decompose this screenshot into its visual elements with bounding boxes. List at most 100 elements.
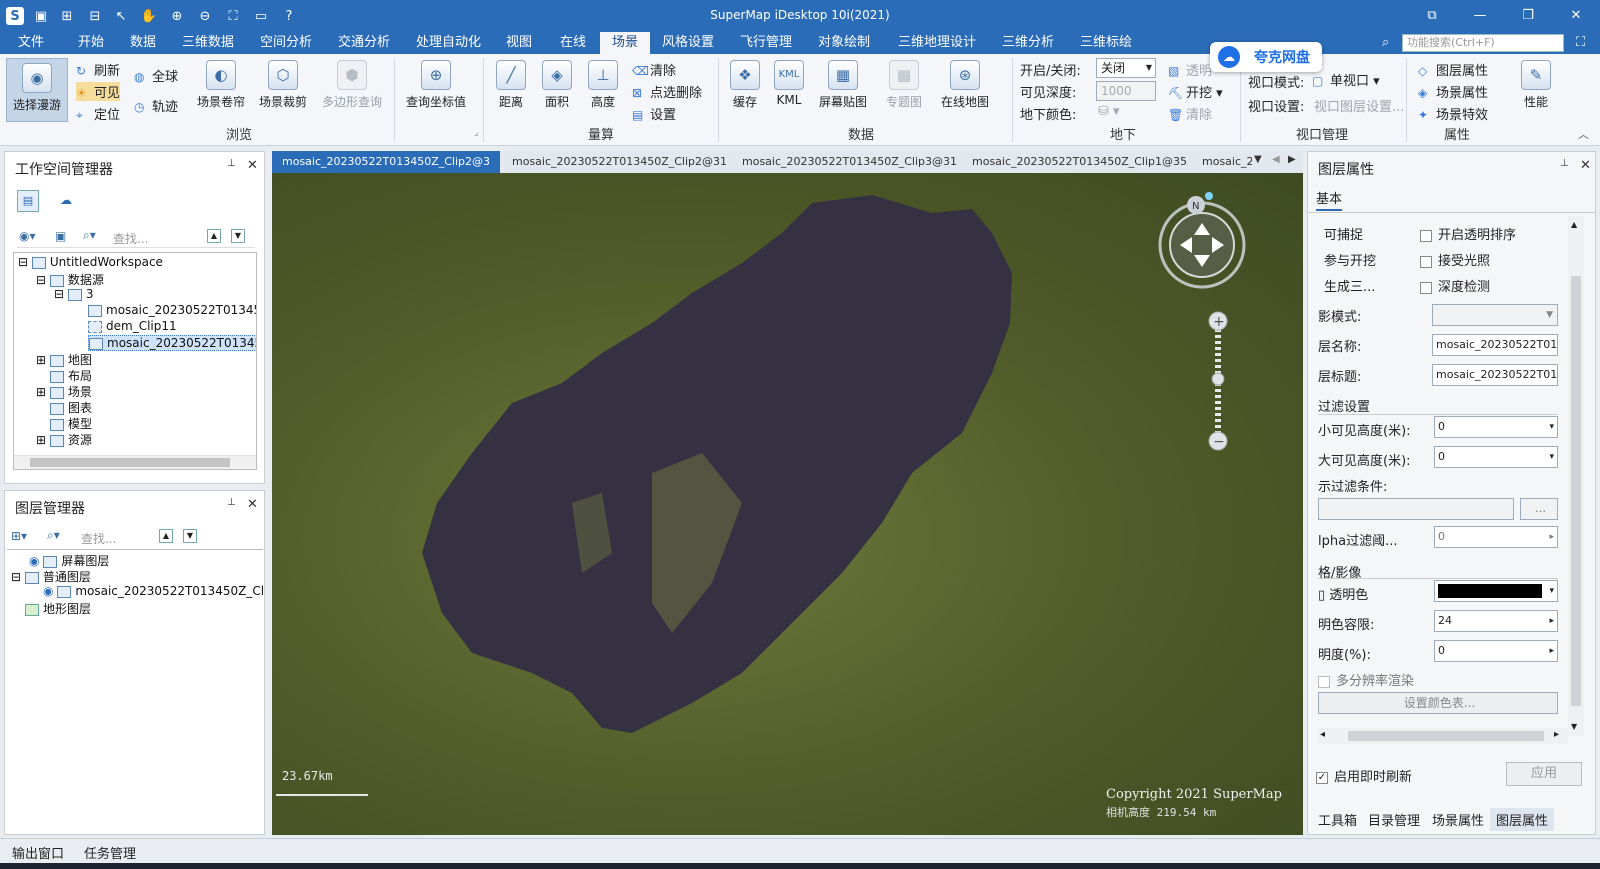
scroll-up-icon[interactable]: ▲ (1571, 220, 1577, 229)
cache-button[interactable]: ❖ 缓存 (724, 60, 766, 110)
multi-res-checkbox[interactable]: 多分辨率渲染 (1318, 670, 1414, 689)
kml-button[interactable]: KML KML (768, 60, 810, 107)
menu-object-draw[interactable]: 对象绘制 (812, 32, 876, 54)
realtime-refresh-checkbox[interactable]: ✓ 启用即时刷新 (1316, 766, 1412, 785)
search-icon[interactable]: ⌕▾ (83, 228, 96, 243)
track-button[interactable]: ◷ 轨迹 (134, 96, 178, 115)
lighting-checkbox[interactable]: 接受光照 (1420, 250, 1490, 269)
tree-screen-layer[interactable]: ◉ 屏幕图层 (29, 552, 109, 569)
tree-resources[interactable]: ⊞ 资源 (36, 431, 92, 448)
menu-3d-analysis[interactable]: 三维分析 (996, 32, 1060, 54)
scrollbar-thumb[interactable] (1348, 731, 1544, 741)
search-icon[interactable]: ⌕▾ (47, 528, 60, 543)
tree-datasource-3[interactable]: ⊟ 3 (54, 287, 94, 301)
tab-map[interactable]: mosaic_20230522T013450Z_Clip3@31 (732, 151, 960, 173)
minimize-icon[interactable]: — (1468, 6, 1492, 26)
screen-map-button[interactable]: ▦ 屏幕贴图 (812, 60, 874, 110)
menu-online[interactable]: 在线 (554, 32, 592, 54)
menu-view[interactable]: 视图 (500, 32, 538, 54)
tab-catalog[interactable]: 目录管理 (1362, 808, 1426, 831)
tab-scene-props[interactable]: 场景属性 (1426, 808, 1490, 831)
ground-color-picker[interactable]: ⛁ ▾ (1098, 104, 1120, 119)
transparent-color-picker[interactable]: ▾ (1434, 580, 1558, 602)
alpha-filter-input[interactable]: 0 ▸ (1434, 526, 1558, 548)
color-table-button[interactable]: 设置颜色表... (1318, 692, 1558, 714)
performance-button[interactable]: ✎ 性能 (1516, 60, 1556, 110)
min-height-input[interactable]: 0 ▾ (1434, 416, 1558, 438)
horizontal-scrollbar[interactable]: ◂ ▸ (1318, 728, 1568, 744)
tree-scenes[interactable]: ⊞ 场景 (36, 383, 92, 400)
cloud-workspace-tab-icon[interactable]: ☁ (55, 190, 77, 212)
open-workspace-icon[interactable]: ◉▾ (19, 229, 36, 243)
pick-delete-button[interactable]: ⊠ 点选删除 (632, 82, 702, 101)
opacity-input[interactable]: 0 ▸ (1434, 640, 1558, 662)
pin-icon[interactable]: ⊥ (227, 497, 236, 508)
tree-dataset[interactable]: mosaic_20230522T013450Z_ (88, 303, 256, 317)
tree-datasources[interactable]: ⊟ 数据源 (36, 271, 104, 288)
transparency-button[interactable]: ▧ 透明 (1168, 60, 1212, 79)
pin-icon[interactable]: ⊥ (1560, 158, 1569, 169)
shadow-mode-select[interactable]: ▼ (1432, 304, 1558, 326)
tree-dataset-selected[interactable]: mosaic_20230522T013450Z_ (88, 335, 256, 351)
tab-next-icon[interactable]: ▶ (1288, 154, 1296, 165)
menu-3d-plot[interactable]: 三维标绘 (1074, 32, 1138, 54)
scene-effects-button[interactable]: ✦ 场景特效 (1418, 104, 1488, 123)
transparent-sort-checkbox[interactable]: 开启透明排序 (1420, 224, 1516, 243)
tree-normal-layers[interactable]: ⊟ 普通图层 (11, 568, 91, 585)
tree-models[interactable]: 模型 (50, 415, 92, 432)
filter-condition-input[interactable] (1318, 498, 1514, 520)
menu-file[interactable]: 文件 (12, 32, 50, 54)
menu-scene[interactable]: 场景 (600, 32, 650, 54)
locate-button[interactable]: ⌖ 定位 (76, 104, 120, 123)
move-down-icon[interactable]: ▼ (231, 229, 245, 243)
underground-onoff-select[interactable]: 关闭 ▼ (1096, 58, 1156, 78)
roam-button[interactable]: ◉ 选择漫游 (6, 58, 68, 122)
tree-charts[interactable]: 图表 (50, 399, 92, 416)
distance-button[interactable]: ╱ 距离 (490, 60, 532, 110)
tab-output-window[interactable]: 输出窗口 (12, 843, 64, 862)
globe-button[interactable]: ◍ 全球 (134, 66, 178, 85)
tree-layouts[interactable]: 布局 (50, 367, 92, 384)
scene-props-button[interactable]: ◈ 场景属性 (1418, 82, 1488, 101)
layer-props-button[interactable]: ◇ 图层属性 (1418, 60, 1488, 79)
menu-traffic-analysis[interactable]: 交通分析 (332, 32, 396, 54)
scrollbar-thumb[interactable] (30, 458, 230, 467)
cloud-drive-badge[interactable]: ☁ 夸克网盘 (1210, 42, 1322, 72)
viewport-mode-select[interactable]: ▢ 单视口 ▾ (1312, 70, 1380, 89)
tree-dataset[interactable]: dem_Clip11 (88, 319, 177, 333)
menu-3d-data[interactable]: 三维数据 (176, 32, 240, 54)
tab-basic[interactable]: 基本 (1316, 188, 1343, 211)
tab-map[interactable]: mosaic_20230522T013450Z_Clip1@35 (962, 151, 1190, 173)
measure-settings-button[interactable]: ▤ 设置 (632, 104, 676, 123)
tab-map[interactable]: mosaic_20230522T013450Z_Clip2@31 (502, 151, 730, 173)
horizontal-scrollbar[interactable] (14, 455, 256, 469)
underground-clear-button[interactable]: 🗑 清除 (1168, 104, 1212, 123)
tab-list-icon[interactable]: ▼ (1254, 154, 1262, 165)
zoom-slider[interactable]: + − (1208, 311, 1228, 451)
menu-style[interactable]: 风格设置 (656, 32, 720, 54)
add-layer-icon[interactable]: ⊞▾ (11, 529, 27, 543)
area-button[interactable]: ◈ 面积 (536, 60, 578, 110)
restore-icon[interactable]: ❐ (1516, 6, 1540, 26)
scroll-down-icon[interactable]: ▼ (1571, 722, 1577, 731)
viewport-settings-button[interactable]: 视口图层设置... (1314, 96, 1404, 115)
compass[interactable]: N (1158, 192, 1246, 289)
tab-map[interactable]: mosaic_2 (1192, 151, 1252, 173)
ribbon-display-icon[interactable]: ⧉ (1420, 6, 1444, 26)
collapse-ribbon-icon[interactable]: ︿ (1578, 126, 1589, 142)
vertical-scrollbar[interactable]: ▲ ▼ (1568, 216, 1584, 736)
move-up-icon[interactable]: ▲ (159, 529, 173, 543)
tree-terrain-layer[interactable]: 地形图层 (25, 600, 91, 617)
menu-automation[interactable]: 处理自动化 (410, 32, 487, 54)
pin-icon[interactable]: ⊥ (227, 158, 236, 169)
visible-button[interactable]: ☀ 可见 (76, 82, 121, 101)
close-icon[interactable]: ✕ (247, 158, 258, 173)
visible-depth-input[interactable]: 1000 (1096, 81, 1156, 101)
layer-name-input[interactable]: mosaic_20230522T013450 (1432, 334, 1558, 356)
menu-flight[interactable]: 飞行管理 (734, 32, 798, 54)
search-icon[interactable]: ⌕ (1382, 35, 1389, 50)
scene-curtain-button[interactable]: ◐ 场景卷帘 (192, 60, 250, 110)
group-launcher-icon[interactable]: ⌟ (474, 128, 478, 138)
filter-condition-button[interactable]: … (1520, 498, 1558, 520)
scene-clip-button[interactable]: ⬡ 场景裁剪 (254, 60, 312, 110)
